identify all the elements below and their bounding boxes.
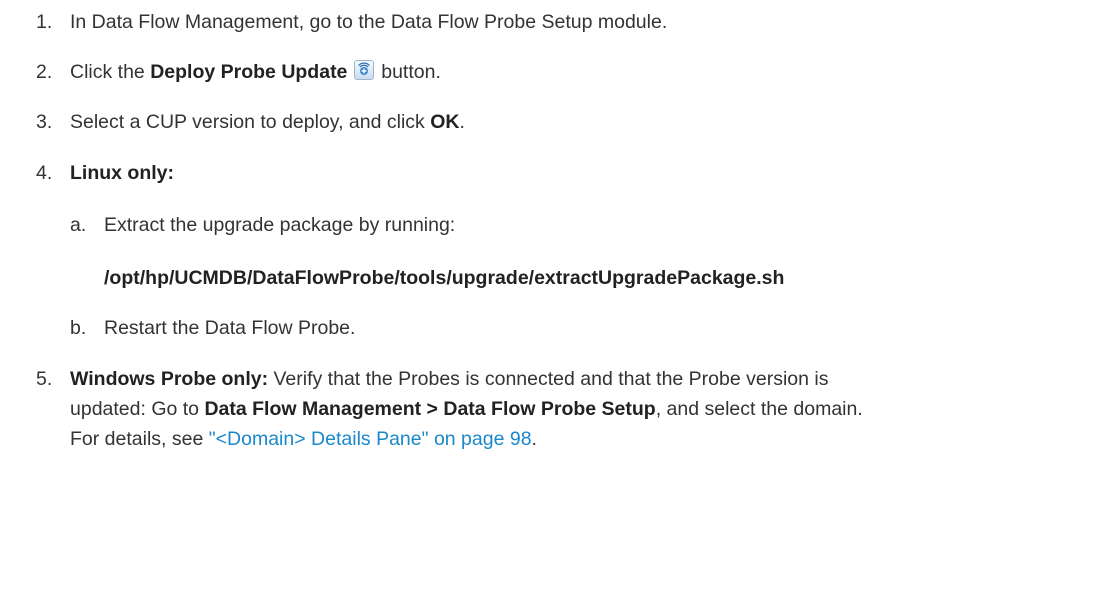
step-text-end: , and select the domain. [655, 398, 863, 420]
step-number: 4. [36, 162, 53, 184]
command-text: /opt/hp/UCMDB/DataFlowProbe/tools/upgrad… [104, 267, 785, 289]
linux-only-label: Linux only: [70, 162, 174, 184]
step-text-end: button. [375, 61, 441, 83]
domain-details-pane-link[interactable]: "<Domain> Details Pane" on page 98 [209, 428, 532, 450]
step-number: 3. [36, 111, 53, 133]
step-text: Click the [70, 61, 151, 83]
step-text: For details, see [70, 428, 209, 450]
substep-letter: b. [70, 317, 87, 339]
navigation-path: Data Flow Management > Data Flow Probe S… [204, 398, 656, 420]
step-4: 4. Linux only: [36, 158, 174, 188]
step-text: Select a CUP version to deploy, and clic… [70, 111, 431, 133]
ok-label: OK [430, 111, 460, 133]
step-5-line-3: For details, see "<Domain> Details Pane"… [70, 424, 537, 454]
substep-letter: a. [70, 214, 87, 236]
step-number: 1. [36, 11, 53, 33]
step-number: 5. [36, 368, 53, 390]
step-text: In Data Flow Management, go to the Data … [70, 11, 668, 33]
substep-text: Extract the upgrade package by running: [104, 214, 456, 236]
substep-b: b. Restart the Data Flow Probe. [70, 313, 355, 343]
step-3: 3. Select a CUP version to deploy, and cl… [36, 107, 465, 137]
step-text: updated: Go to [70, 398, 205, 420]
windows-probe-only-label: Windows Probe only: [70, 368, 269, 390]
deploy-probe-update-label: Deploy Probe Update [150, 61, 348, 83]
step-5: 5. Windows Probe only: Verify that the Pr… [36, 364, 829, 394]
substep-text: Restart the Data Flow Probe. [104, 317, 356, 339]
step-1: 1. In Data Flow Management, go to the Dat… [36, 7, 667, 37]
deploy-probe-update-icon [353, 60, 374, 80]
step-text-end: . [531, 428, 537, 450]
step-2: 2. Click the Deploy Probe Update button. [36, 57, 441, 87]
step-number: 2. [36, 61, 53, 83]
step-text-end: . [459, 111, 465, 133]
command-line: /opt/hp/UCMDB/DataFlowProbe/tools/upgrad… [104, 263, 784, 293]
step-text: Verify that the Probes is connected and … [268, 368, 829, 390]
step-5-line-2: updated: Go to Data Flow Management > Da… [70, 394, 863, 424]
substep-a: a. Extract the upgrade package by running… [70, 210, 455, 240]
